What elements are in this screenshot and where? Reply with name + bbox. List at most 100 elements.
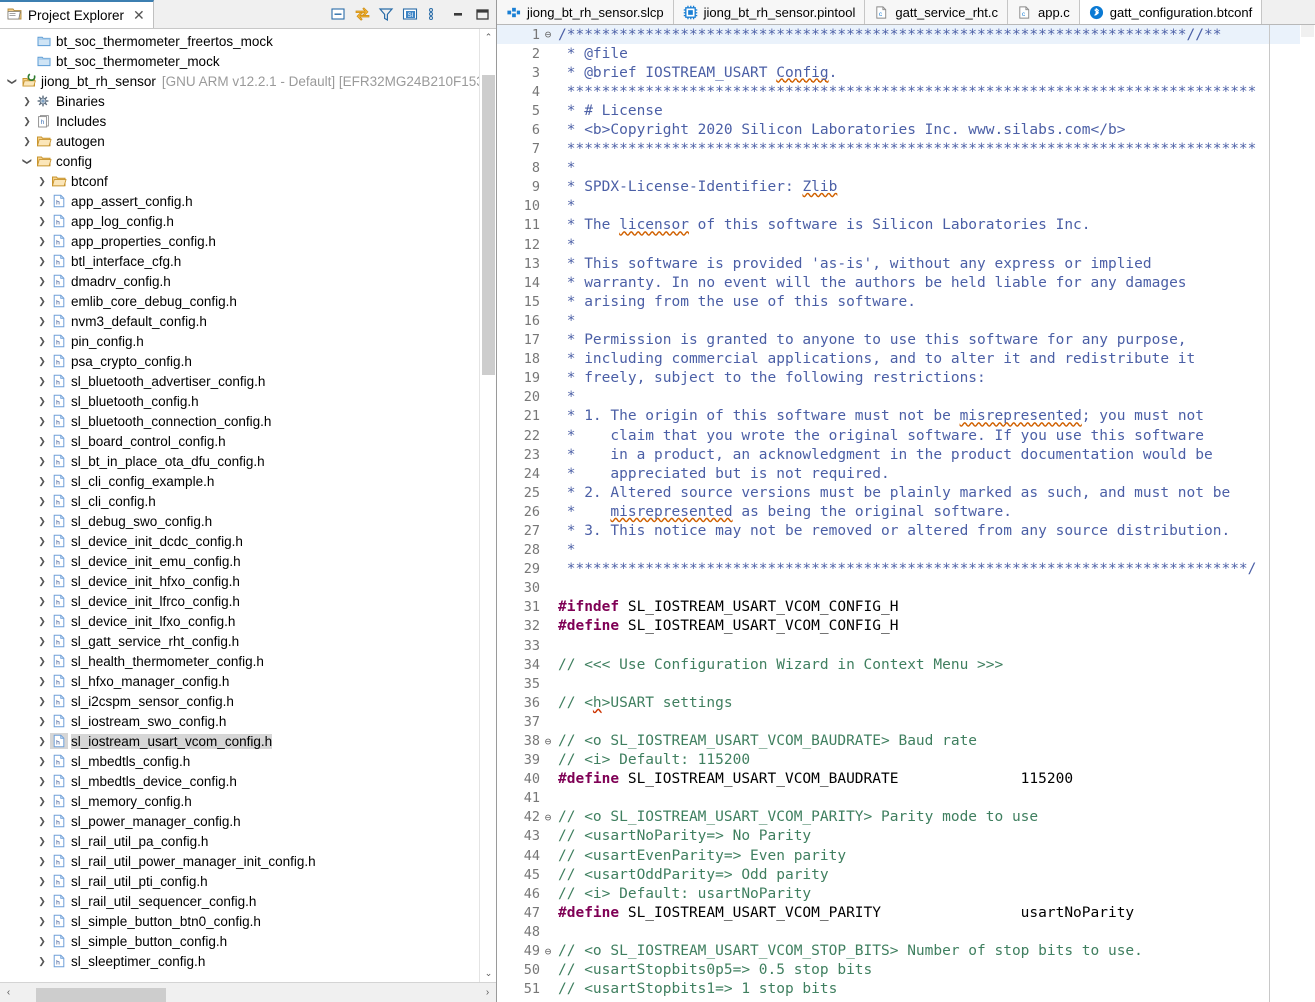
tree-item[interactable]: ❯ Binaries [0,91,479,111]
code-line[interactable]: 37 [497,712,1315,731]
code-line[interactable]: 22 * claim that you wrote the original s… [497,426,1315,445]
tree-item[interactable]: ❯ h sl_rail_util_pa_config.h [0,831,479,851]
tree-item[interactable]: ❯ config [0,151,479,171]
collapse-all-icon[interactable] [330,6,346,22]
editor-tab[interactable]: jiong_bt_rh_sensor.slcp [497,0,674,24]
code-line[interactable]: 25 * 2. Altered source versions must be … [497,483,1315,502]
minimize-icon[interactable] [450,6,466,22]
chevron-right-icon[interactable]: ❯ [34,376,50,386]
code-line[interactable]: 5 * # License [497,101,1315,120]
chevron-right-icon[interactable]: ❯ [34,616,50,626]
chevron-right-icon[interactable]: ❯ [34,236,50,246]
code-line[interactable]: 6 * <b>Copyright 2020 Silicon Laboratori… [497,120,1315,139]
chevron-right-icon[interactable]: ❯ [34,656,50,666]
tree-item[interactable]: ❯ h sl_board_control_config.h [0,431,479,451]
source-editor[interactable]: 1 ⊖/*************************************… [497,25,1315,1002]
tree-item[interactable]: ❯ h sl_power_manager_config.h [0,811,479,831]
tree-item[interactable]: ❯ h emlib_core_debug_config.h [0,291,479,311]
code-line[interactable]: 11 * The licensor of this software is Si… [497,216,1315,235]
code-line[interactable]: 34 // <<< Use Configuration Wizard in Con… [497,655,1315,674]
tree-item[interactable]: ❯ h sl_device_init_lfrco_config.h [0,591,479,611]
code-line[interactable]: 19 * freely, subject to the following re… [497,369,1315,388]
code-line[interactable]: 18 * including commercial applications, … [497,350,1315,369]
scroll-left-button[interactable]: ‹ [0,987,17,998]
code-line[interactable]: 15 * arising from the use of this softwa… [497,292,1315,311]
tree-item[interactable]: bt_soc_thermometer_mock [0,51,479,71]
chevron-right-icon[interactable]: ❯ [34,696,50,706]
code-line[interactable]: 35 [497,674,1315,693]
editor-tab[interactable]: gatt_configuration.btconf [1079,0,1263,24]
tree-item[interactable]: ❯ h sl_bt_in_place_ota_dfu_config.h [0,451,479,471]
code-line[interactable]: 10 * [497,197,1315,216]
code-line[interactable]: 8 * [497,159,1315,178]
chevron-right-icon[interactable]: ❯ [34,276,50,286]
chevron-right-icon[interactable]: ❯ [19,96,35,106]
tree-item[interactable]: ❯ h sl_bluetooth_config.h [0,391,479,411]
editor-vertical-scrollbar[interactable] [1300,25,1315,1002]
chevron-right-icon[interactable]: ❯ [34,476,50,486]
tree-item[interactable]: ❯ btconf [0,171,479,191]
tree-item[interactable]: ❯ h sl_debug_swo_config.h [0,511,479,531]
project-tree[interactable]: bt_soc_thermometer_freertos_mock bt_soc_t… [0,29,480,982]
chevron-right-icon[interactable]: ❯ [34,576,50,586]
code-line[interactable]: 16 * [497,311,1315,330]
tree-item[interactable]: ❯ h sl_simple_button_btn0_config.h [0,911,479,931]
chevron-right-icon[interactable]: ❯ [34,916,50,926]
tree-item[interactable]: ❯ h sl_mbedtls_device_config.h [0,771,479,791]
code-line[interactable]: 41 [497,789,1315,808]
tree-item[interactable]: ❯ h pin_config.h [0,331,479,351]
si-view-icon[interactable]: SI [402,6,418,22]
code-line[interactable]: 23 * in a product, an acknowledgment in … [497,445,1315,464]
code-line[interactable]: 43 // <usartNoParity=> No Parity [497,827,1315,846]
code-line[interactable]: 21 * 1. The origin of this software must… [497,407,1315,426]
code-line[interactable]: 4 **************************************… [497,82,1315,101]
chevron-right-icon[interactable]: ❯ [34,676,50,686]
code-lines[interactable]: 1 ⊖/*************************************… [497,25,1315,999]
code-line[interactable]: 32 #define SL_IOSTREAM_USART_VCOM_CONFIG_… [497,617,1315,636]
code-line[interactable]: 42 ⊖// <o SL_IOSTREAM_USART_VCOM_PARITY> … [497,808,1315,827]
code-line[interactable]: 24 * appreciated but is not required. [497,464,1315,483]
chevron-right-icon[interactable]: ❯ [34,396,50,406]
code-line[interactable]: 12 * [497,235,1315,254]
editor-tab[interactable]: c gatt_service_rht.c [865,0,1008,24]
code-line[interactable]: 1 ⊖/*************************************… [497,25,1315,45]
scroll-down-button[interactable]: ⌄ [480,965,496,982]
chevron-right-icon[interactable]: ❯ [34,756,50,766]
chevron-down-icon[interactable]: ❯ [8,73,18,89]
chevron-right-icon[interactable]: ❯ [34,736,50,746]
code-line[interactable]: 9 * SPDX-License-Identifier: Zlib [497,178,1315,197]
filter-icon[interactable] [378,6,394,22]
code-line[interactable]: 31 #ifndef SL_IOSTREAM_USART_VCOM_CONFIG_… [497,598,1315,617]
fold-collapse-icon[interactable]: ⊖ [541,736,555,747]
code-line[interactable]: 17 * Permission is granted to anyone to … [497,331,1315,350]
code-line[interactable]: 20 * [497,388,1315,407]
tree-item[interactable]: ❯ h sl_mbedtls_config.h [0,751,479,771]
horizontal-scrollbar-track[interactable] [17,985,479,1002]
editor-tab[interactable]: jiong_bt_rh_sensor.pintool [673,0,866,24]
tree-item[interactable]: ❯ h sl_health_thermometer_config.h [0,651,479,671]
tree-item[interactable]: ❯ h sl_device_init_dcdc_config.h [0,531,479,551]
tree-item[interactable]: ❯ h sl_rail_util_pti_config.h [0,871,479,891]
code-line[interactable]: 49 ⊖// <o SL_IOSTREAM_USART_VCOM_STOP_BIT… [497,942,1315,961]
code-line[interactable]: 38 ⊖// <o SL_IOSTREAM_USART_VCOM_BAUDRATE… [497,731,1315,750]
tree-item[interactable]: ❯ h sl_simple_button_config.h [0,931,479,951]
chevron-right-icon[interactable]: ❯ [34,216,50,226]
code-line[interactable]: 29 *************************************… [497,560,1315,579]
chevron-right-icon[interactable]: ❯ [34,496,50,506]
tree-item[interactable]: ❯ h sl_device_init_emu_config.h [0,551,479,571]
tree-item[interactable]: ❯ h sl_hfxo_manager_config.h [0,671,479,691]
scroll-up-button[interactable]: ⌃ [480,29,496,46]
editor-scrollbar-thumb[interactable] [1301,25,1314,37]
code-line[interactable]: 3 * @brief IOSTREAM_USART Config. [497,63,1315,82]
code-line[interactable]: 28 * [497,541,1315,560]
tree-item[interactable]: ❯ h sl_i2cspm_sensor_config.h [0,691,479,711]
chevron-right-icon[interactable]: ❯ [34,796,50,806]
code-line[interactable]: 39 // <i> Default: 115200 [497,751,1315,770]
tree-horizontal-scrollbar[interactable]: ‹ › [0,982,496,1002]
chevron-right-icon[interactable]: ❯ [19,136,35,146]
chevron-right-icon[interactable]: ❯ [34,556,50,566]
chevron-right-icon[interactable]: ❯ [34,356,50,366]
chevron-right-icon[interactable]: ❯ [34,416,50,426]
chevron-right-icon[interactable]: ❯ [34,876,50,886]
tree-item[interactable]: ❯ h dmadrv_config.h [0,271,479,291]
